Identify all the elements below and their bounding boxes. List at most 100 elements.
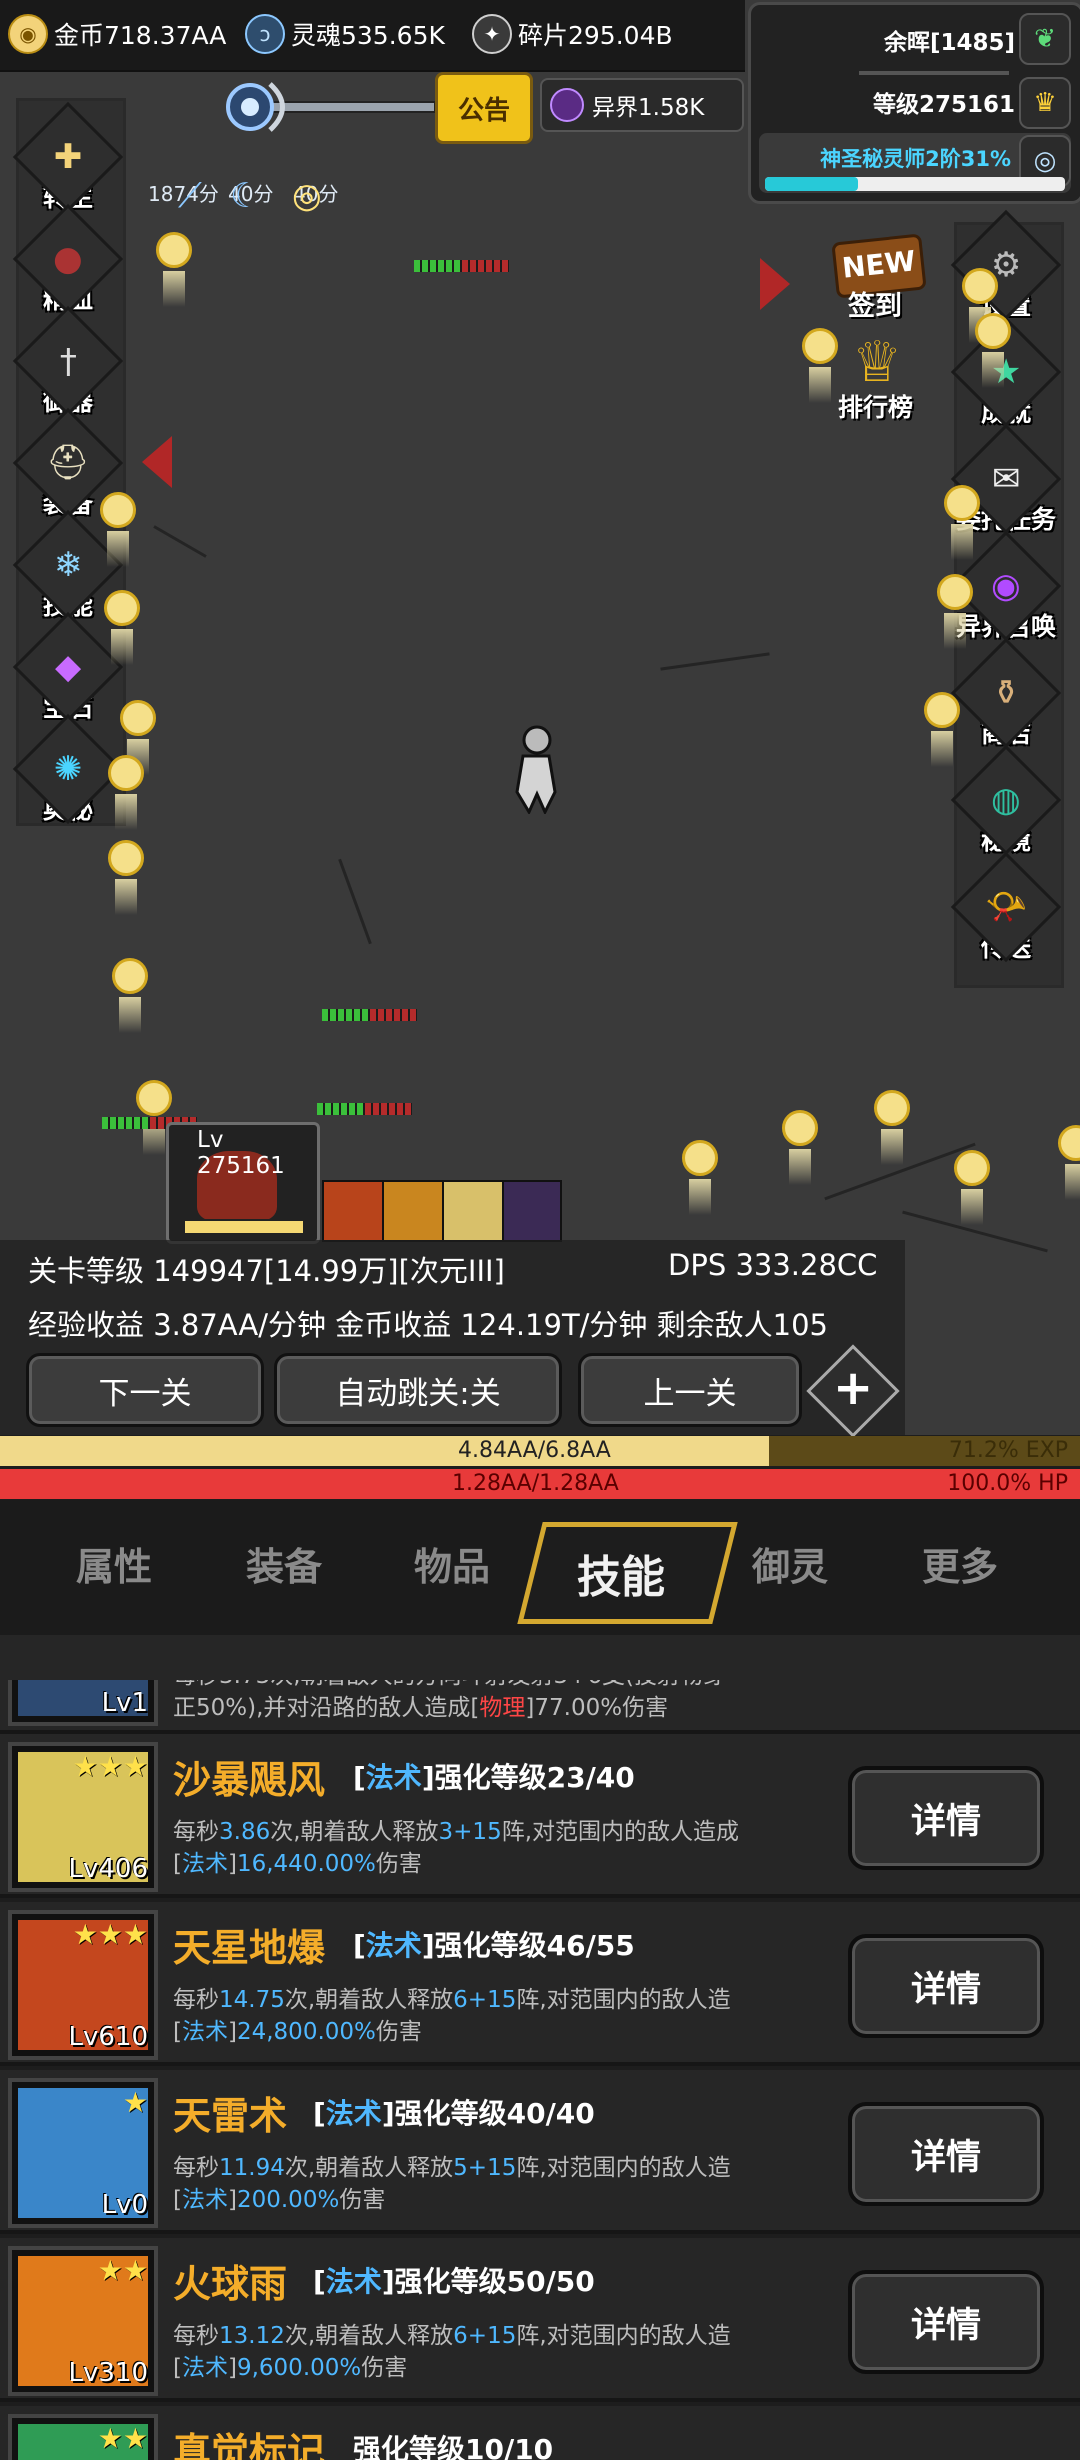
dps-value: DPS 333.28CC xyxy=(668,1248,878,1282)
tab-more[interactable]: 更多 xyxy=(922,1536,998,1591)
skill-icon: ★ Lv0 xyxy=(8,2078,158,2228)
otherworld-counter[interactable]: 异界1.58K xyxy=(540,78,744,132)
enemy-ghost xyxy=(100,492,136,567)
left-menu-item-6[interactable]: ✺奥秘 xyxy=(12,713,124,826)
skill-enhance-level: ]强化等级46/55 xyxy=(421,1929,635,1962)
detail-button[interactable]: 详情 xyxy=(848,2270,1044,2374)
tab-equipment[interactable]: 装备 xyxy=(246,1536,322,1591)
page-right-arrow[interactable] xyxy=(760,258,790,310)
skill-enhance-level: ]强化等级40/40 xyxy=(381,2097,595,2130)
skill-slot-fire-icon[interactable] xyxy=(322,1180,384,1242)
skill-level: Lv0 xyxy=(101,2190,148,2220)
skill-description: 每秒3.86次,朝着敌人释放3+15阵,对范围内的敌人造成 [法术]16,440.… xyxy=(173,1819,740,1877)
skill-stars: ★★★ xyxy=(72,1750,148,1783)
leaderboard-label: 排行榜 xyxy=(838,393,914,422)
skill-slot-fireball-icon[interactable] xyxy=(382,1180,444,1242)
skill-level: Lv610 xyxy=(68,2022,149,2052)
skill-slot-tornado-icon[interactable] xyxy=(442,1180,504,1242)
page-left-arrow[interactable] xyxy=(142,436,172,488)
skill-name: 真觉标记 xyxy=(173,2430,326,2460)
boss-card[interactable]: Lv 275161 xyxy=(166,1122,320,1244)
skill-type: 法术 xyxy=(325,2097,382,2130)
detail-button[interactable]: 详情 xyxy=(848,2102,1044,2206)
soul-counter: ↄ 灵魂535.65K xyxy=(245,14,445,54)
staff-icon xyxy=(226,82,435,132)
skill-enhance: [法术]强化等级46/55 xyxy=(353,1929,635,1962)
skill-list[interactable]: Lv1 每秒3.73次,朝着敌人的方向斗射发射3+6支(投射物穿 正50%),并… xyxy=(0,1680,1080,2460)
rank-progress-track xyxy=(765,177,1065,191)
income-text: 经验收益 3.87AA/分钟 金币收益 124.19T/分钟 剩余敌人105 xyxy=(28,1308,829,1342)
enemy-ghost xyxy=(682,1140,718,1215)
skill-name: 火球雨 xyxy=(173,2262,288,2306)
skill-name: 沙暴飓风 xyxy=(173,1758,326,1802)
leaderboard-button[interactable]: ♕ 排行榜 xyxy=(828,330,928,430)
skill-slot-void-icon[interactable] xyxy=(502,1180,562,1242)
skill-row: ★ Lv0 天雷术 [法术]强化等级40/40 每秒11.94次,朝着敌人释放5+15阵… xyxy=(0,2070,1080,2234)
skill-enhance-level: 强化等级10/10 xyxy=(353,2433,554,2460)
right-menu-item-6[interactable]: 📯传送 xyxy=(950,851,1062,964)
right-menu-item-5[interactable]: ◍秘境 xyxy=(950,744,1062,857)
hp-value: 1.28AA/1.28AA xyxy=(452,1471,619,1496)
enemy-ghost xyxy=(924,692,960,767)
skill-level: Lv1 xyxy=(101,1688,148,1718)
tab-items[interactable]: 物品 xyxy=(414,1536,490,1591)
next-stage-button[interactable]: 下一关 xyxy=(26,1353,264,1427)
boss-hp-bar xyxy=(183,1219,305,1235)
plus-icon: + xyxy=(833,1360,874,1416)
enemy-ghost xyxy=(112,958,148,1033)
leaf-icon[interactable]: ❦ xyxy=(1019,13,1071,65)
ground-crack xyxy=(153,525,207,558)
prev-stage-button[interactable]: 上一关 xyxy=(578,1353,802,1427)
signin-button[interactable]: NEW 签到 xyxy=(828,222,928,332)
hero-character xyxy=(515,725,557,814)
wing-buff-icon: ☾ xyxy=(230,176,261,216)
skill-icon: ★★ xyxy=(8,2414,158,2460)
main-tab-bar: 属性 装备 物品 技能 御灵 更多 xyxy=(0,1500,1080,1635)
shard-icon: ✦ xyxy=(472,14,512,54)
skill-desc-text: ]77.00%伤害 xyxy=(525,1695,669,1721)
skill-description: 每秒11.94次,朝着敌人释放5+15阵,对范围内的敌人造 [法术]200.00%… xyxy=(173,2155,731,2213)
meat-icon: ● xyxy=(12,203,124,315)
enemy-ghost xyxy=(962,268,998,343)
left-menu-item-2[interactable]: †御器 xyxy=(12,305,124,418)
left-menu-item-4[interactable]: ❄技能 xyxy=(12,509,124,622)
skill-enhance: [法术]强化等级23/40 xyxy=(353,1761,635,1794)
detail-button[interactable]: 详情 xyxy=(848,1934,1044,2038)
skill-icon: ★★★ Lv406 xyxy=(8,1742,158,1892)
left-menu-item-5[interactable]: ◆宝石 xyxy=(12,611,124,724)
right-menu-item-1[interactable]: ★成就 xyxy=(950,316,1062,429)
tab-attributes[interactable]: 属性 xyxy=(76,1536,152,1591)
exp-value: 4.84AA/6.8AA xyxy=(458,1438,611,1463)
skill-enhance: [法术]强化等级40/40 xyxy=(313,2097,595,2130)
skill-name: 天雷术 xyxy=(173,2094,288,2138)
auto-skip-button[interactable]: 自动跳关:关 xyxy=(274,1353,562,1427)
skill-level: Lv406 xyxy=(68,1854,149,1884)
skill-enhance: [法术]强化等级50/50 xyxy=(313,2265,595,2298)
otherworld-value: 异界1.58K xyxy=(592,95,705,121)
skill-row: ★★★ Lv406 沙暴飓风 [法术]强化等级23/40 每秒3.86次,朝着敌人释放3… xyxy=(0,1734,1080,1898)
left-menu-item-0[interactable]: ✚转生 xyxy=(12,101,124,214)
tab-spirits[interactable]: 御灵 xyxy=(752,1536,828,1591)
green-portal-icon: ◍ xyxy=(950,744,1062,856)
gold-counter: ◉ 金币718.37AA xyxy=(8,14,226,54)
skill-name: 天星地爆 xyxy=(173,1926,326,1970)
otherworld-portal-icon xyxy=(550,88,584,122)
skill-type: 法术 xyxy=(365,1929,422,1962)
enemy-ghost xyxy=(120,700,156,775)
skill-description: 每秒13.12次,朝着敌人释放6+15阵,对范围内的敌人造 [法术]9,600.0… xyxy=(173,2323,731,2381)
tab-skills[interactable]: 技能 xyxy=(517,1522,738,1624)
gold-value: 金币718.37AA xyxy=(54,21,227,50)
player-level: 等级275161 xyxy=(872,92,1015,118)
right-menu-item-4[interactable]: ⚱商店 xyxy=(950,637,1062,750)
enemy-ghost xyxy=(108,840,144,915)
detail-button[interactable]: 详情 xyxy=(848,1766,1044,1870)
gear-icon: ⚙ xyxy=(950,209,1062,321)
skill-desc-text: 正50%),并对沿路的敌人造成[ xyxy=(173,1695,480,1721)
enemy-ghost xyxy=(975,313,1011,388)
ground-crack xyxy=(660,652,770,671)
crown-icon[interactable]: ♛ xyxy=(1019,77,1071,129)
skill-row: ★★真觉标记强化等级10/10详情 xyxy=(0,2406,1080,2460)
notice-button[interactable]: 公告 xyxy=(435,72,533,144)
left-menu-item-1[interactable]: ●精血 xyxy=(12,203,124,316)
enemy-hp-bar xyxy=(322,1009,417,1021)
